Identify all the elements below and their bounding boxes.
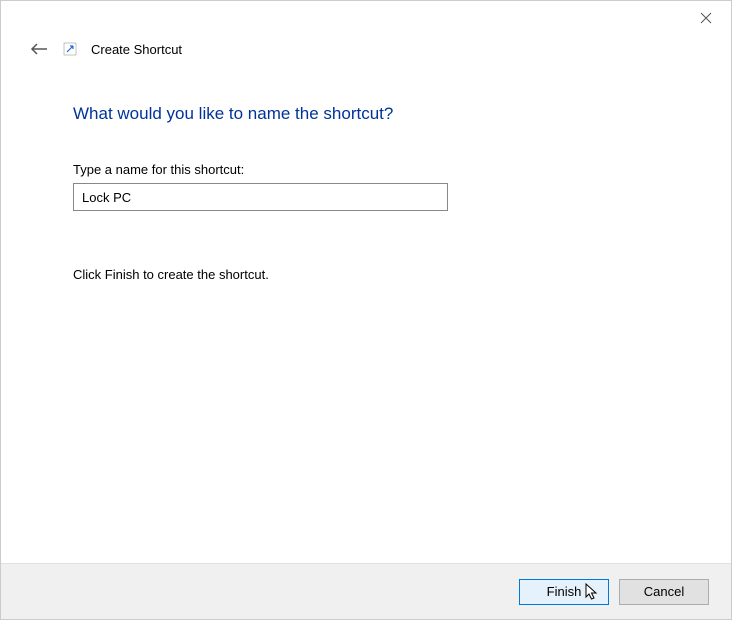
- shortcut-icon: [63, 42, 77, 56]
- finish-button[interactable]: Finish: [519, 579, 609, 605]
- header-row: Create Shortcut: [1, 39, 731, 59]
- wizard-title: Create Shortcut: [91, 42, 182, 57]
- titlebar: [1, 1, 731, 39]
- content-area: What would you like to name the shortcut…: [1, 59, 731, 563]
- footer: Finish Cancel: [1, 563, 731, 619]
- cancel-button[interactable]: Cancel: [619, 579, 709, 605]
- back-arrow-icon: [30, 42, 48, 56]
- close-icon: [700, 12, 712, 24]
- back-button[interactable]: [29, 39, 49, 59]
- shortcut-name-input[interactable]: [73, 183, 448, 211]
- name-field-label: Type a name for this shortcut:: [73, 162, 659, 177]
- instruction-text: Click Finish to create the shortcut.: [73, 267, 659, 282]
- page-heading: What would you like to name the shortcut…: [73, 104, 659, 124]
- close-button[interactable]: [683, 3, 729, 33]
- create-shortcut-wizard: Create Shortcut What would you like to n…: [0, 0, 732, 620]
